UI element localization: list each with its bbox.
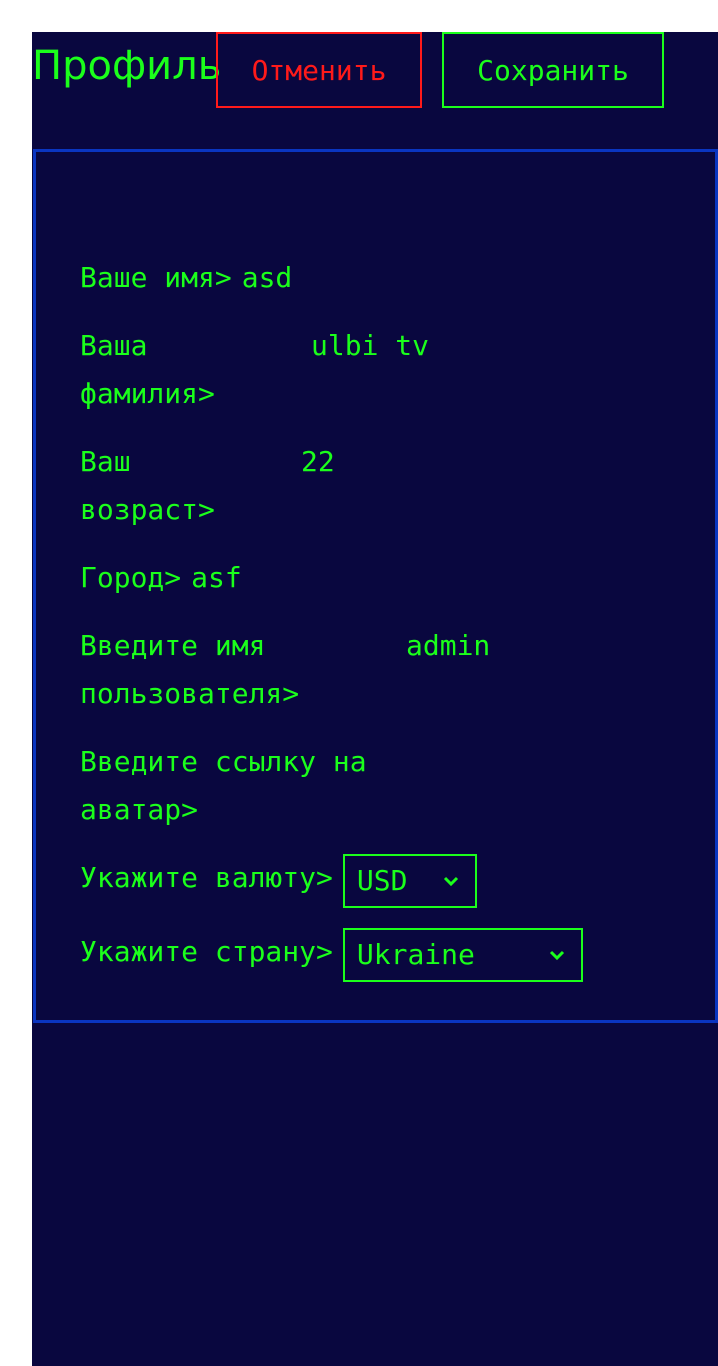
currency-label: Укажите валюту> [80,861,333,894]
username-label: Введите имя пользователя> [80,629,300,710]
city-label: Город> [80,561,182,594]
age-label: Ваш возраст> [80,445,215,526]
country-row: Укажите страну> Ukraine [80,928,583,982]
profile-header: Профиль Отменить Сохранить [32,32,718,108]
last-name-input[interactable]: ulbi tv [311,322,429,370]
currency-select[interactable]: USD [342,854,477,908]
currency-row: Укажите валюту> USD [80,854,477,908]
last-name-label: Ваша фамилия> [80,329,215,410]
city-row: Город> asf [80,554,242,602]
first-name-label: Ваше имя> [80,261,232,294]
chevron-down-icon [441,856,461,906]
age-input[interactable]: 22 [301,438,335,486]
first-name-row: Ваше имя> asd [80,254,292,302]
last-name-row: Ваша фамилия> ulbi tv [80,322,429,418]
cancel-button[interactable]: Отменить [216,32,422,108]
country-select[interactable]: Ukraine [342,928,583,982]
username-input[interactable]: admin [406,622,490,670]
age-row: Ваш возраст> 22 [80,438,335,534]
country-label: Укажите страну> [80,935,333,968]
currency-selected-value: USD [356,864,408,897]
avatar-row: Введите ссылку на аватар> [80,738,378,834]
save-button[interactable]: Сохранить [442,32,664,108]
chevron-down-icon [547,930,567,980]
username-row: Введите имя пользователя> admin [80,622,490,718]
first-name-input[interactable]: asd [242,254,293,302]
avatar-label: Введите ссылку на аватар> [80,745,367,826]
page-title: Профиль [32,43,222,89]
profile-card: Ваше имя> asd Ваша фамилия> ulbi tv Ваш … [33,149,718,1023]
city-input[interactable]: asf [191,554,242,602]
country-selected-value: Ukraine [356,938,475,971]
